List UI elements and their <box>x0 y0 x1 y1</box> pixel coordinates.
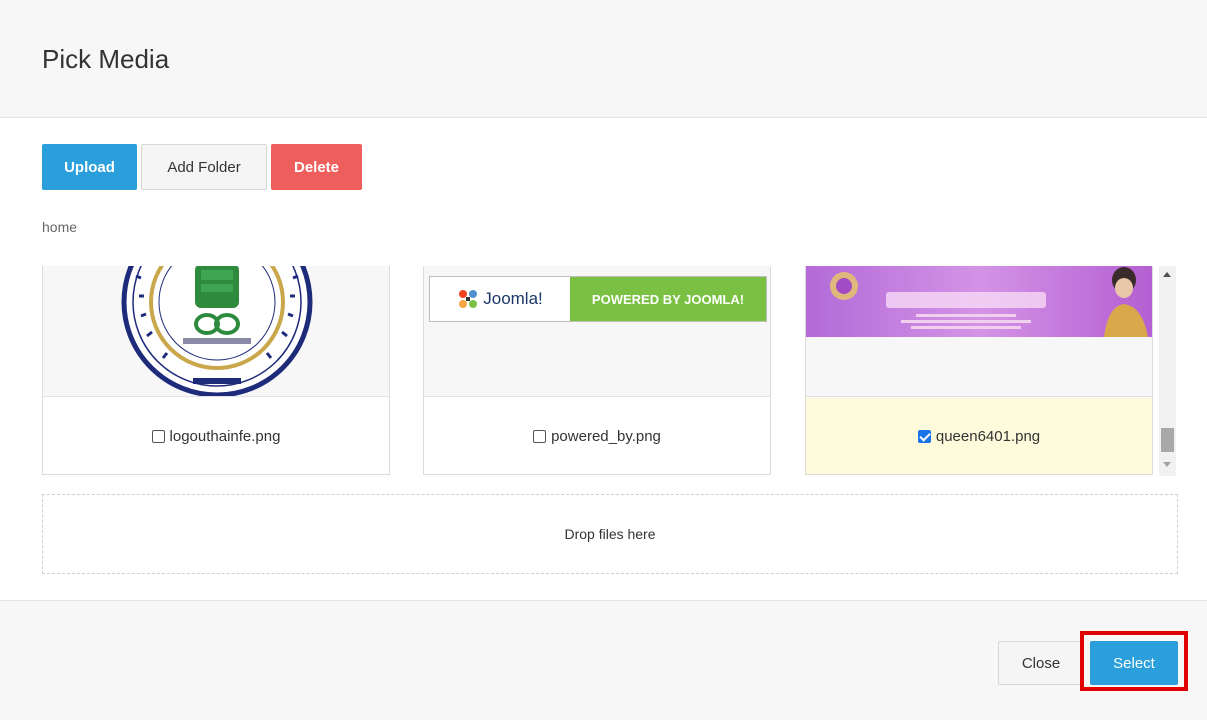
dialog-title: Pick Media <box>42 44 170 74</box>
media-grid-scrollbar[interactable] <box>1159 266 1176 476</box>
scroll-down-arrow-icon[interactable] <box>1163 462 1171 467</box>
media-thumbnail[interactable]: Joomla! POWERED BY JOOMLA! <box>424 266 770 397</box>
media-item-powered-by[interactable]: Joomla! POWERED BY JOOMLA! powered_by.pn… <box>423 266 771 475</box>
drop-files-zone[interactable]: Drop files here <box>42 494 1178 574</box>
joomla-wordmark: Joomla! <box>483 289 543 308</box>
close-button[interactable]: Close <box>998 641 1084 685</box>
add-folder-button[interactable]: Add Folder <box>141 144 267 190</box>
media-item-logouthainfe[interactable]: logouthainfe.png <box>42 266 390 475</box>
seal-logo-image <box>121 266 313 396</box>
joomla-banner-text: POWERED BY JOOMLA! <box>591 291 745 307</box>
breadcrumb[interactable]: home <box>42 219 77 235</box>
media-grid: logouthainfe.png Joomla! POWERED BY JOOM… <box>42 266 1180 476</box>
dialog-header: Pick Media <box>0 0 1207 118</box>
pick-media-dialog: Pick Media Upload Add Folder Delete home <box>0 0 1207 720</box>
media-thumbnail[interactable] <box>43 266 389 397</box>
media-thumbnail[interactable] <box>806 266 1152 397</box>
file-name: logouthainfe.png <box>169 427 281 445</box>
media-toolbar: Upload Add Folder Delete <box>42 144 362 190</box>
dropzone-label: Drop files here <box>564 526 656 542</box>
purple-banner-image <box>806 266 1152 337</box>
upload-button[interactable]: Upload <box>42 144 137 190</box>
joomla-logo-icon <box>459 290 478 308</box>
select-checkbox[interactable] <box>151 429 165 443</box>
media-item-queen6401[interactable]: queen6401.png <box>805 266 1153 475</box>
select-checkbox[interactable] <box>533 429 547 443</box>
scroll-up-arrow-icon[interactable] <box>1163 272 1171 277</box>
media-caption[interactable]: queen6401.png <box>806 398 1152 474</box>
file-name: queen6401.png <box>935 427 1041 445</box>
media-caption[interactable]: logouthainfe.png <box>43 398 389 474</box>
delete-button[interactable]: Delete <box>271 144 362 190</box>
file-name: powered_by.png <box>551 427 661 445</box>
media-caption[interactable]: powered_by.png <box>424 398 770 474</box>
select-button[interactable]: Select <box>1090 641 1178 685</box>
breadcrumb-home[interactable]: home <box>42 219 77 235</box>
select-checkbox-checked[interactable] <box>917 429 931 443</box>
joomla-banner-image: Joomla! POWERED BY JOOMLA! <box>429 276 767 322</box>
scrollbar-thumb[interactable] <box>1161 428 1174 452</box>
